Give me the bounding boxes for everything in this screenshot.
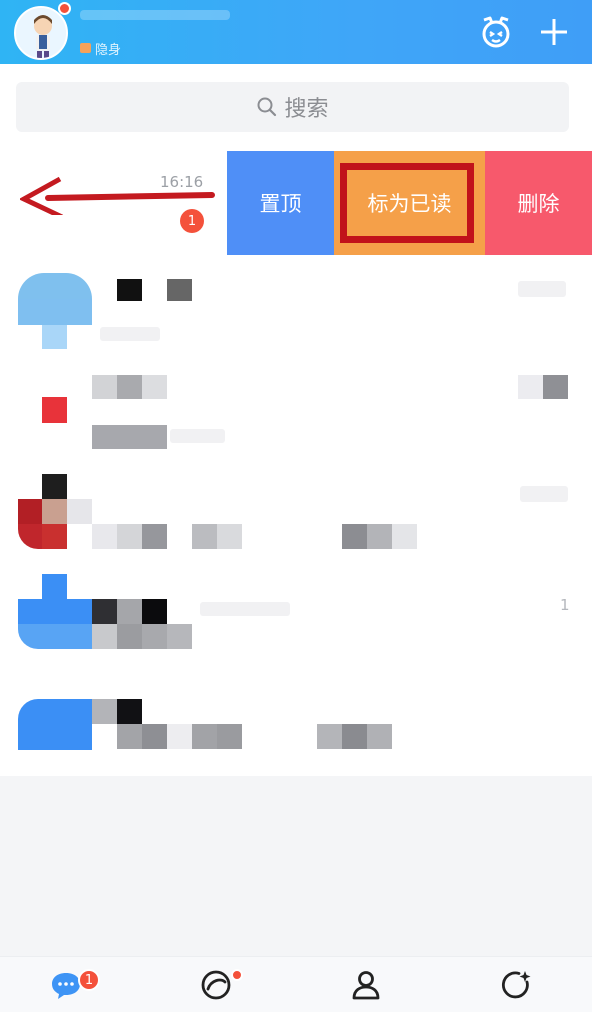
time-pixelated (543, 375, 568, 399)
conversation-count: 1 (560, 596, 570, 614)
moments-notification-dot (231, 969, 243, 981)
pin-button[interactable]: 置顶 (227, 151, 334, 255)
contact-avatar (18, 699, 92, 750)
pixelated-name (167, 279, 192, 301)
contact-avatar-part (18, 524, 43, 549)
contact-avatar-part (18, 624, 92, 649)
contact-avatar (42, 474, 67, 499)
pixelated-name (117, 699, 142, 724)
messages-badge: 1 (78, 969, 100, 991)
contact-avatar (18, 273, 92, 299)
conversation-row[interactable] (0, 269, 592, 369)
message-preview-pixelated (117, 524, 142, 549)
message-preview-pixelated (117, 624, 142, 649)
message-preview-pixelated (192, 524, 217, 549)
pin-button-label: 置顶 (259, 192, 302, 216)
time-pixelated (518, 375, 543, 399)
message-preview-pixelated (117, 724, 142, 749)
contact-avatar-part (42, 499, 67, 524)
message-preview-pixelated (217, 524, 242, 549)
contact-avatar-part (42, 325, 67, 349)
contact-avatar-part (18, 499, 43, 524)
top-header: 隐身 (0, 0, 592, 64)
pixelated-name (117, 279, 142, 301)
message-preview-pixelated (192, 724, 217, 749)
message-preview-pixelated (317, 724, 342, 749)
swiped-conversation-row[interactable]: 16:16 1 置顶 标为已读 删除 (0, 151, 592, 255)
message-preview-pixelated (167, 724, 192, 749)
contact-avatar-part (18, 599, 92, 624)
time-blurred (518, 281, 566, 297)
avatar-notification-dot (58, 2, 71, 15)
message-preview-blurred (170, 429, 225, 443)
mark-as-read-button[interactable]: 标为已读 (334, 151, 485, 255)
person-icon (352, 971, 380, 1000)
bottom-tab-bar: 1 (0, 956, 592, 1012)
online-status[interactable]: 隐身 (80, 38, 121, 58)
message-preview-pixelated (142, 524, 167, 549)
contact-avatar (42, 574, 67, 599)
message-preview-pixelated (92, 524, 117, 549)
add-button[interactable] (534, 12, 574, 52)
delete-button[interactable]: 删除 (485, 151, 592, 255)
contact-avatar (42, 397, 67, 423)
tab-moments[interactable] (196, 965, 236, 1005)
search-placeholder: 搜索 (284, 97, 329, 122)
search-bar[interactable]: 搜索 (16, 82, 569, 132)
pixelated-name (142, 375, 167, 399)
tab-explore[interactable] (496, 965, 536, 1005)
explore-star-icon (501, 971, 531, 999)
message-preview-pixelated (217, 724, 242, 749)
time-blurred (520, 486, 568, 502)
conversation-row[interactable] (0, 474, 592, 574)
profile-avatar[interactable] (14, 6, 68, 60)
invisible-status-icon (80, 43, 91, 53)
message-preview-pixelated (367, 724, 392, 749)
contact-avatar-part (42, 524, 67, 549)
plus-icon (541, 19, 567, 45)
message-preview-pixelated (142, 724, 167, 749)
conversation-time: 16:16 (160, 173, 204, 191)
pixelated-name (142, 599, 167, 624)
message-preview-pixelated (92, 425, 167, 449)
mark-as-read-label: 标为已读 (367, 192, 452, 216)
contact-avatar-part (67, 499, 92, 524)
unread-badge: 1 (180, 209, 204, 233)
contact-avatar-part (18, 299, 92, 325)
tab-contacts[interactable] (346, 965, 386, 1005)
username-blurred (80, 10, 230, 20)
message-preview-pixelated (367, 524, 392, 549)
online-status-label: 隐身 (95, 42, 122, 58)
message-preview-pixelated (92, 624, 117, 649)
delete-button-label: 删除 (517, 192, 560, 216)
pixelated-name (92, 599, 117, 624)
message-preview-pixelated (142, 624, 167, 649)
orbit-icon (201, 970, 231, 1000)
message-preview-pixelated (167, 624, 192, 649)
message-preview-pixelated (342, 524, 367, 549)
mascot-face-icon (482, 16, 510, 48)
conversation-row[interactable]: 1 (0, 574, 592, 674)
conversation-row[interactable] (0, 674, 592, 774)
mascot-button[interactable] (476, 12, 516, 52)
name-blurred (200, 602, 290, 616)
pixelated-name (92, 699, 117, 724)
message-preview-pixelated (392, 524, 417, 549)
conversation-row[interactable] (0, 369, 592, 469)
conversation-list: 搜索 16:16 1 置顶 标为已读 删除 1 (0, 64, 592, 776)
avatar-illustration-icon (16, 8, 66, 58)
message-preview-blurred (100, 327, 160, 341)
pixelated-name (117, 375, 142, 399)
pixelated-name (117, 599, 142, 624)
pixelated-name (92, 375, 117, 399)
search-icon (257, 97, 277, 117)
chat-bubble-icon (52, 973, 80, 999)
message-preview-pixelated (342, 724, 367, 749)
